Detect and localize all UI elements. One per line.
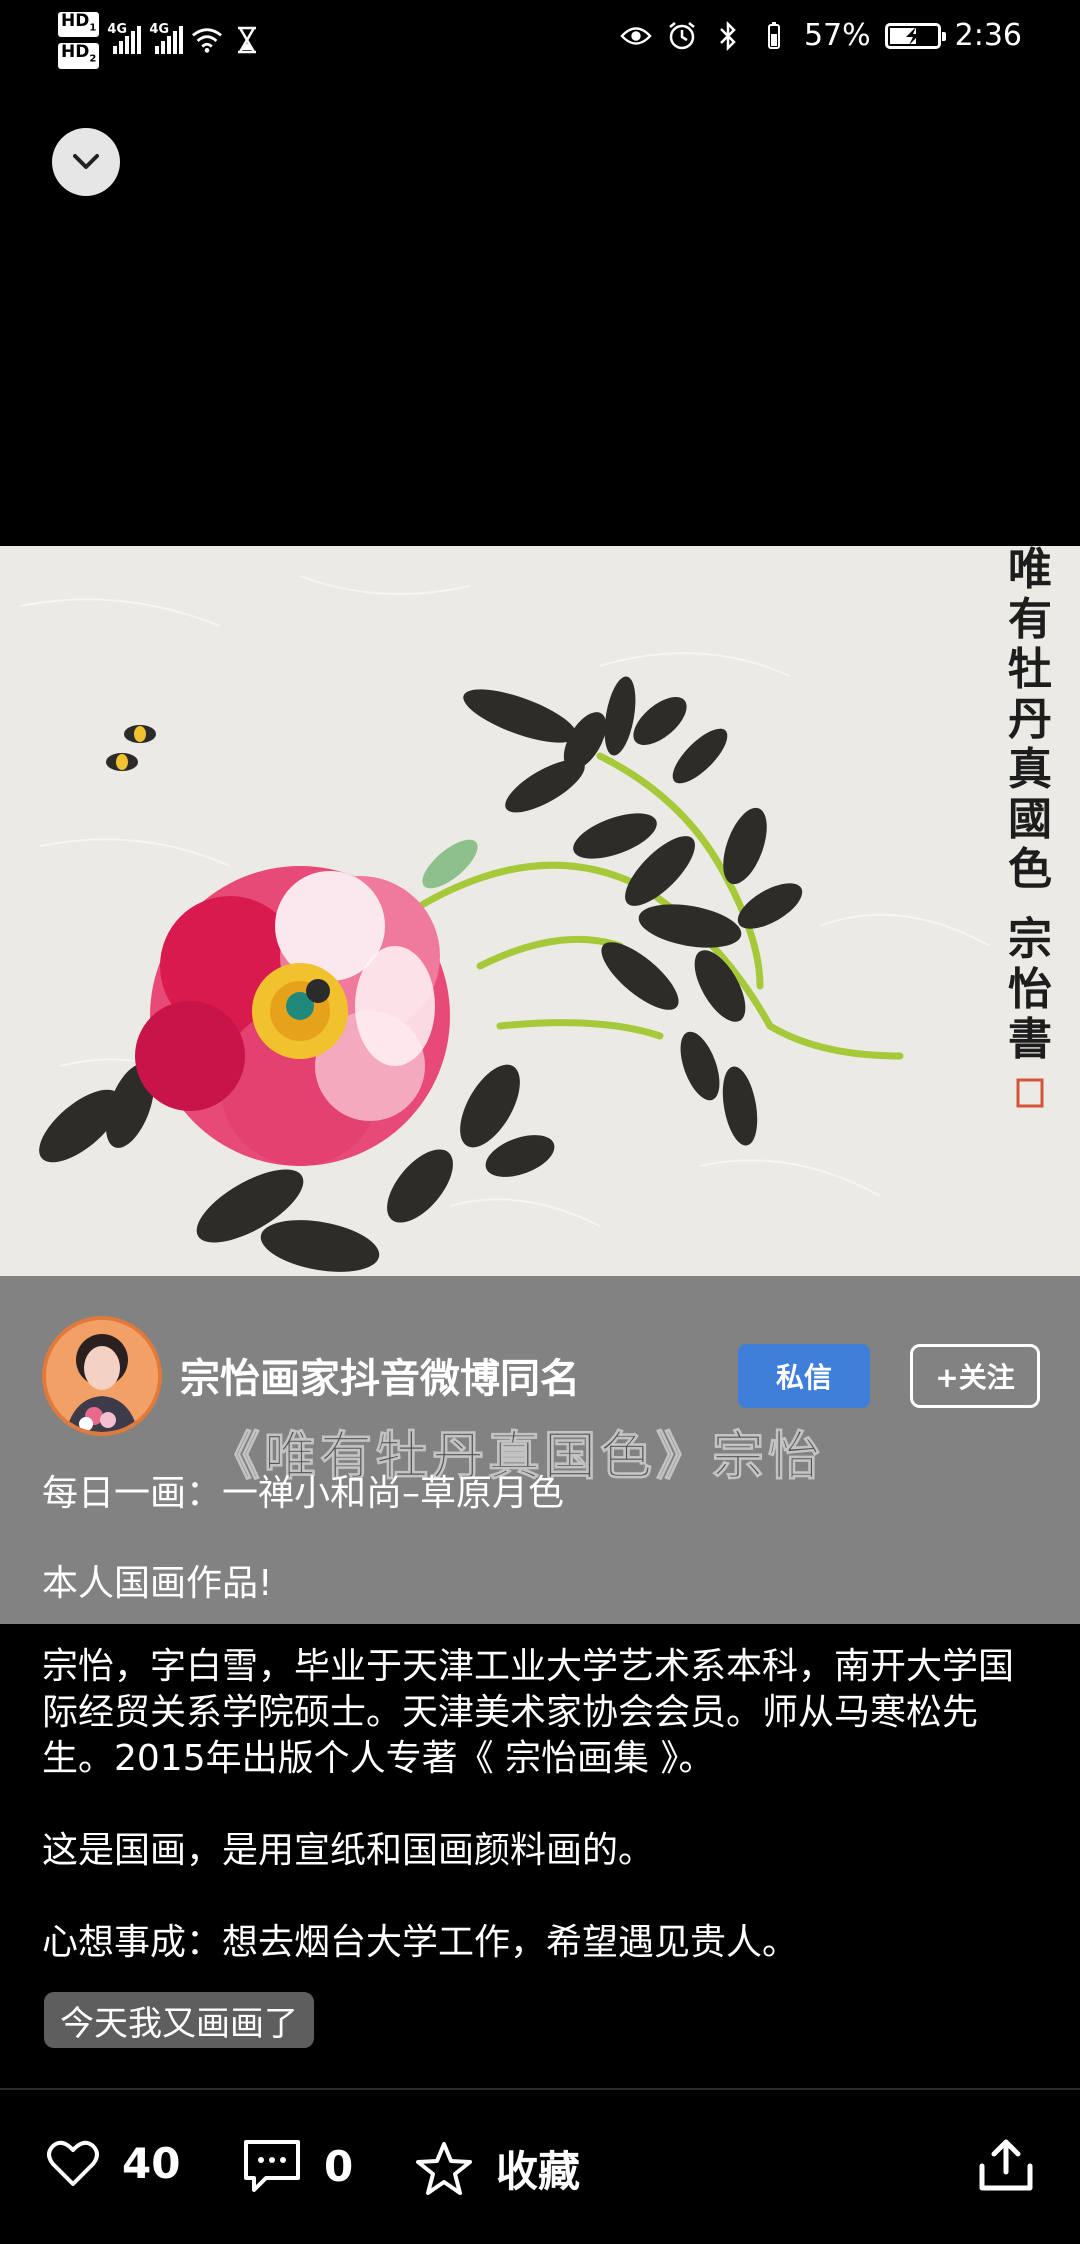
topic-tag[interactable]: 今天我又画画了 xyxy=(44,1992,314,2048)
status-right: 57% 2:36 xyxy=(620,18,1022,53)
like-button[interactable]: 40 xyxy=(46,2138,180,2188)
battery-small-icon xyxy=(758,20,790,52)
share-button[interactable] xyxy=(976,2136,1036,2198)
comment-count: 0 xyxy=(324,2141,354,2191)
signature-char: 宗 xyxy=(1008,914,1052,965)
painting-image[interactable]: 唯 有 牡 丹 真 國 色 宗 怡 書 xyxy=(0,546,1080,1276)
daily-caption: 每日一画：一禅小和尚–草原月色 xyxy=(42,1473,565,1514)
battery-charging-icon xyxy=(884,22,946,49)
signal-1-icon: 4G xyxy=(107,22,142,55)
status-bar: HD1 HD2 4G 4G 57% 2:36 xyxy=(0,0,1080,80)
author-name[interactable]: 宗怡画家抖音微博同名 xyxy=(180,1346,580,1404)
battery-percent: 57% xyxy=(803,18,871,53)
inscription-char: 唯 xyxy=(1008,546,1052,595)
self-caption: 本人国画作品! xyxy=(42,1563,273,1604)
alarm-icon xyxy=(666,20,698,52)
comment-icon xyxy=(244,2140,300,2192)
favorite-button[interactable]: 收藏 xyxy=(414,2138,580,2199)
bluetooth-icon xyxy=(712,20,744,52)
like-count: 40 xyxy=(122,2138,181,2188)
hd-indicators: HD1 HD2 xyxy=(58,12,100,69)
star-icon xyxy=(416,2141,472,2195)
hd1-badge: HD1 xyxy=(58,12,100,38)
inscription-char: 牡 xyxy=(1008,644,1052,695)
chevron-down-icon xyxy=(73,154,99,169)
signal-2-icon: 4G xyxy=(149,22,184,55)
status-left: HD1 HD2 4G 4G xyxy=(58,12,263,69)
divider xyxy=(0,2088,1080,2090)
hd2-badge: HD2 xyxy=(58,43,100,69)
author-avatar[interactable] xyxy=(42,1316,162,1436)
wifi-icon xyxy=(191,24,223,56)
heart-icon xyxy=(47,2140,99,2186)
inscription-char: 丹 xyxy=(1008,694,1052,745)
caption-panel: 宗怡画家抖音微博同名 私信 +关注 《唯有牡丹真国色》宗怡 每日一画：一禅小和尚… xyxy=(0,1276,1080,1624)
collapse-button[interactable] xyxy=(52,128,120,196)
favorite-label: 收藏 xyxy=(496,2147,581,2196)
eye-icon xyxy=(620,20,652,52)
description-paragraph: 这是国画，是用宣纸和国画颜料画的。 xyxy=(42,1830,655,1871)
post-description: 宗怡，字白雪，毕业于天津工业大学艺术系本科，南开大学国际经贸关系学院硕士。天津美… xyxy=(42,1644,1042,2012)
follow-button[interactable]: +关注 xyxy=(910,1344,1040,1408)
inscription-char: 真 xyxy=(1008,744,1052,795)
signature-char: 書 xyxy=(1008,1014,1052,1065)
action-bar: 40 0 收藏 xyxy=(0,2120,1080,2210)
signature-char: 怡 xyxy=(1008,964,1052,1015)
description-paragraph: 宗怡，字白雪，毕业于天津工业大学艺术系本科，南开大学国际经贸关系学院硕士。天津美… xyxy=(42,1646,1015,1779)
inscription-char: 國 xyxy=(1008,794,1052,845)
share-icon xyxy=(979,2139,1033,2191)
comment-button[interactable]: 0 xyxy=(242,2138,353,2194)
description-paragraph: 心想事成：想去烟台大学工作，希望遇见贵人。 xyxy=(42,1922,799,1963)
message-button[interactable]: 私信 xyxy=(738,1344,870,1408)
hourglass-icon xyxy=(231,24,263,56)
clock: 2:36 xyxy=(954,18,1022,53)
inscription-char: 有 xyxy=(1008,594,1052,645)
inscription-char: 色 xyxy=(1008,844,1052,895)
